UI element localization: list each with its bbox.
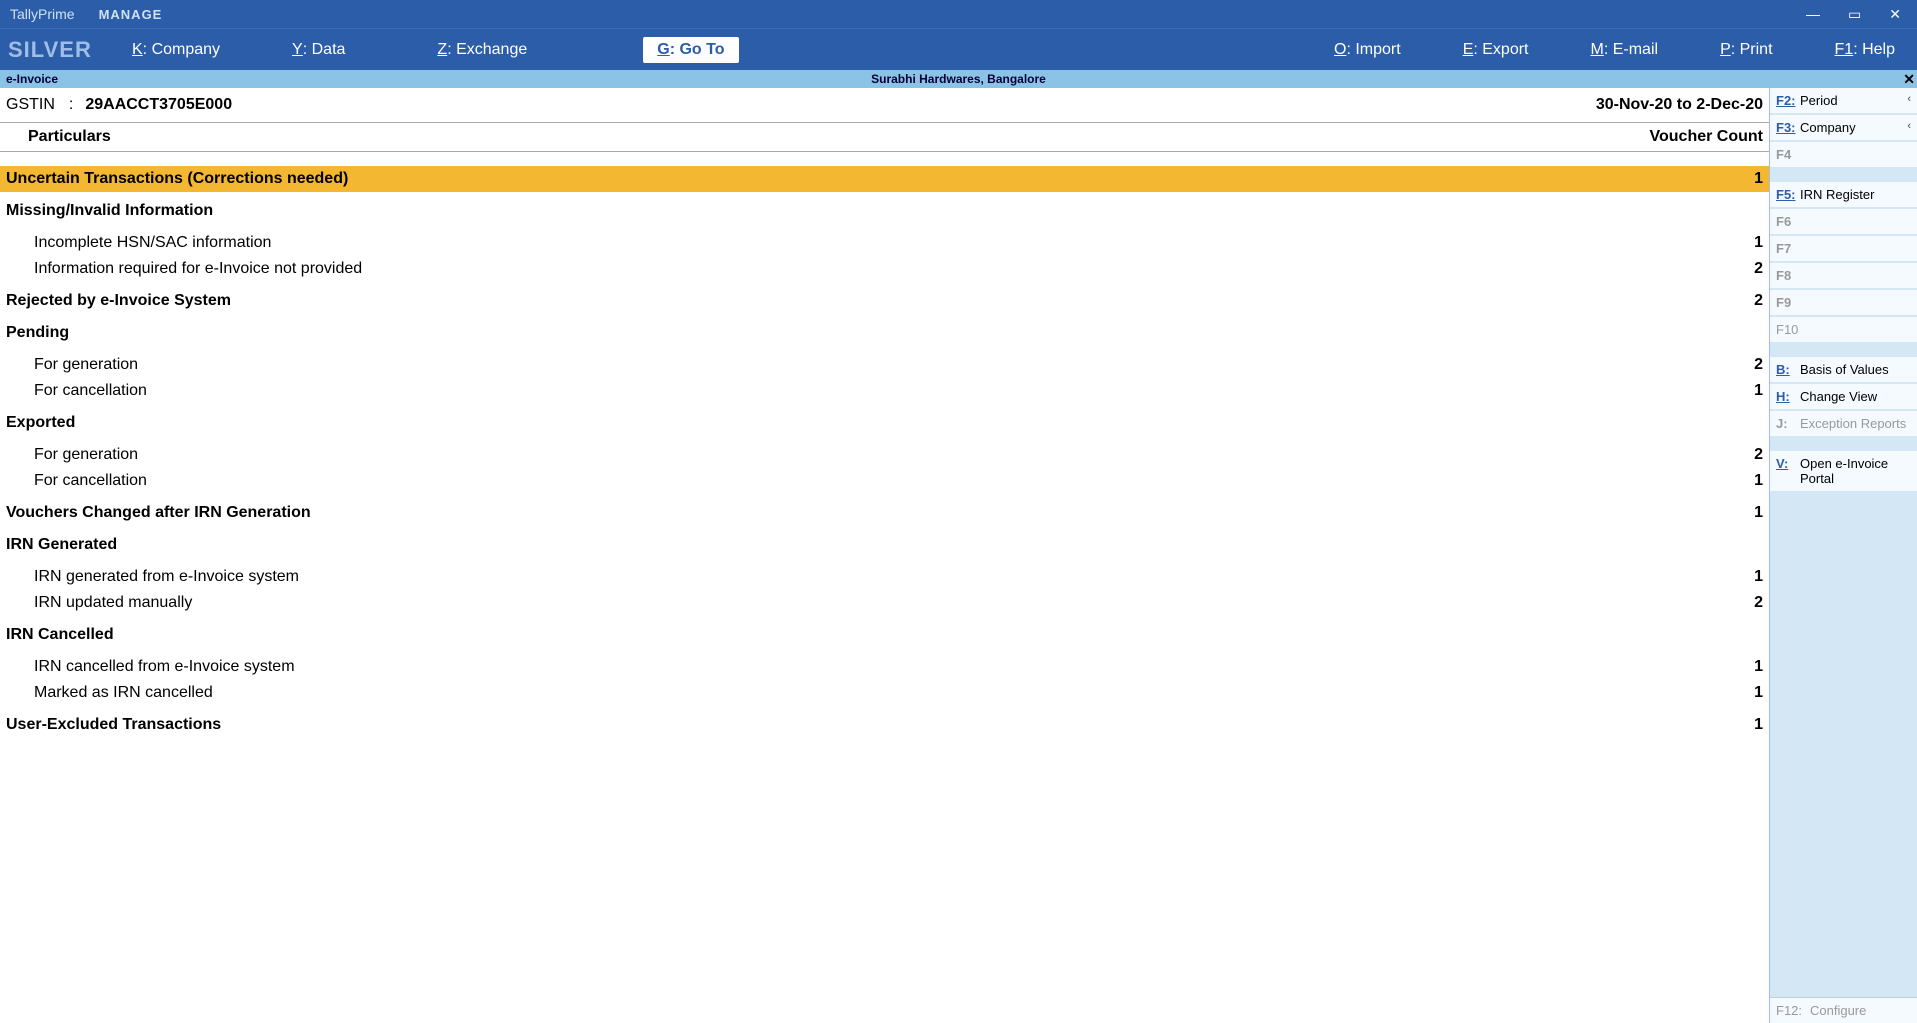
row-rejected[interactable]: Rejected by e-Invoice System 2 — [0, 282, 1769, 314]
row-irn-gen-sys[interactable]: IRN generated from e-Invoice system 1 — [0, 564, 1769, 590]
product-name: TallyPrime — [6, 6, 75, 22]
side-f7: F7 — [1770, 236, 1917, 262]
side-panel: F2: Period ‹ F3: Company ‹ F4 F5: IRN Re… — [1769, 88, 1917, 1023]
menu-data[interactable]: Y: Data — [276, 29, 361, 70]
row-uncertain[interactable]: Uncertain Transactions (Corrections need… — [0, 166, 1769, 192]
titlebar: TallyPrime MANAGE — ▭ ✕ — [0, 0, 1917, 28]
row-einv-info[interactable]: Information required for e-Invoice not p… — [0, 256, 1769, 282]
side-f12-configure[interactable]: F12: Configure — [1770, 997, 1917, 1023]
row-irn-gen-man[interactable]: IRN updated manually 2 — [0, 590, 1769, 616]
main-panel: GSTIN : 29AACCT3705E000 30-Nov-20 to 2-D… — [0, 88, 1769, 1023]
window-controls: — ▭ ✕ — [1806, 6, 1911, 23]
context-left: e-Invoice — [0, 72, 58, 86]
menu-import[interactable]: O: Import — [1318, 29, 1417, 70]
gstin-value: 29AACCT3705E000 — [85, 96, 232, 114]
table-headers: Particulars Voucher Count — [0, 122, 1769, 152]
edition-label: SILVER — [6, 37, 116, 63]
gstin-label: GSTIN — [6, 96, 55, 114]
chevron-left-icon: ‹ — [1907, 120, 1911, 132]
side-f2-period[interactable]: F2: Period ‹ — [1770, 88, 1917, 114]
side-change-view[interactable]: H: Change View — [1770, 384, 1917, 410]
row-exported-gen[interactable]: For generation 2 — [0, 442, 1769, 468]
menu-email[interactable]: M: E-mail — [1575, 29, 1675, 70]
report-body: Uncertain Transactions (Corrections need… — [0, 152, 1769, 1023]
row-exported-can[interactable]: For cancellation 1 — [0, 468, 1769, 494]
row-pending-can[interactable]: For cancellation 1 — [0, 378, 1769, 404]
row-missing-header[interactable]: Missing/Invalid Information — [0, 192, 1769, 224]
row-pending-gen[interactable]: For generation 2 — [0, 352, 1769, 378]
menu-goto[interactable]: G: Go To — [643, 37, 738, 63]
side-basis-values[interactable]: B: Basis of Values — [1770, 357, 1917, 383]
side-f8: F8 — [1770, 263, 1917, 289]
row-hsn[interactable]: Incomplete HSN/SAC information 1 — [0, 230, 1769, 256]
row-user-excluded[interactable]: User-Excluded Transactions 1 — [0, 706, 1769, 738]
menu-print[interactable]: P: Print — [1704, 29, 1788, 70]
row-irn-can-sys[interactable]: IRN cancelled from e-Invoice system 1 — [0, 654, 1769, 680]
side-f4: F4 — [1770, 142, 1917, 168]
chevron-left-icon: ‹ — [1907, 93, 1911, 105]
menu-exchange[interactable]: Z: Exchange — [421, 29, 543, 70]
side-exception-reports: J: Exception Reports — [1770, 411, 1917, 437]
gstin-row: GSTIN : 29AACCT3705E000 30-Nov-20 to 2-D… — [0, 88, 1769, 122]
side-f3-company[interactable]: F3: Company ‹ — [1770, 115, 1917, 141]
date-range: 30-Nov-20 to 2-Dec-20 — [1596, 96, 1763, 114]
side-f9: F9 — [1770, 290, 1917, 316]
context-bar: e-Invoice Surabhi Hardwares, Bangalore ✕ — [0, 70, 1917, 88]
row-changed[interactable]: Vouchers Changed after IRN Generation 1 — [0, 494, 1769, 526]
row-irn-can-mark[interactable]: Marked as IRN cancelled 1 — [0, 680, 1769, 706]
context-center: Surabhi Hardwares, Bangalore — [871, 72, 1046, 86]
side-f10: F10 — [1770, 317, 1917, 343]
side-f6: F6 — [1770, 209, 1917, 235]
side-f5-irn-register[interactable]: F5: IRN Register — [1770, 182, 1917, 208]
row-exported-header[interactable]: Exported — [0, 404, 1769, 436]
minimize-icon[interactable]: — — [1806, 6, 1820, 23]
row-irn-can-header[interactable]: IRN Cancelled — [0, 616, 1769, 648]
maximize-icon[interactable]: ▭ — [1848, 6, 1861, 23]
side-open-einvoice-portal[interactable]: V: Open e-Invoice Portal — [1770, 451, 1917, 492]
row-pending-header[interactable]: Pending — [0, 314, 1769, 346]
header-voucher-count: Voucher Count — [1650, 128, 1763, 146]
menu-help[interactable]: F1: Help — [1819, 29, 1911, 70]
manage-label[interactable]: MANAGE — [99, 7, 163, 22]
menu-export[interactable]: E: Export — [1447, 29, 1545, 70]
close-icon[interactable]: ✕ — [1889, 6, 1901, 23]
menubar: SILVER K: Company Y: Data Z: Exchange G:… — [0, 28, 1917, 70]
header-particulars: Particulars — [6, 128, 111, 146]
row-irn-gen-header[interactable]: IRN Generated — [0, 526, 1769, 558]
context-close-icon[interactable]: ✕ — [1903, 71, 1915, 88]
menu-company[interactable]: K: Company — [116, 29, 236, 70]
